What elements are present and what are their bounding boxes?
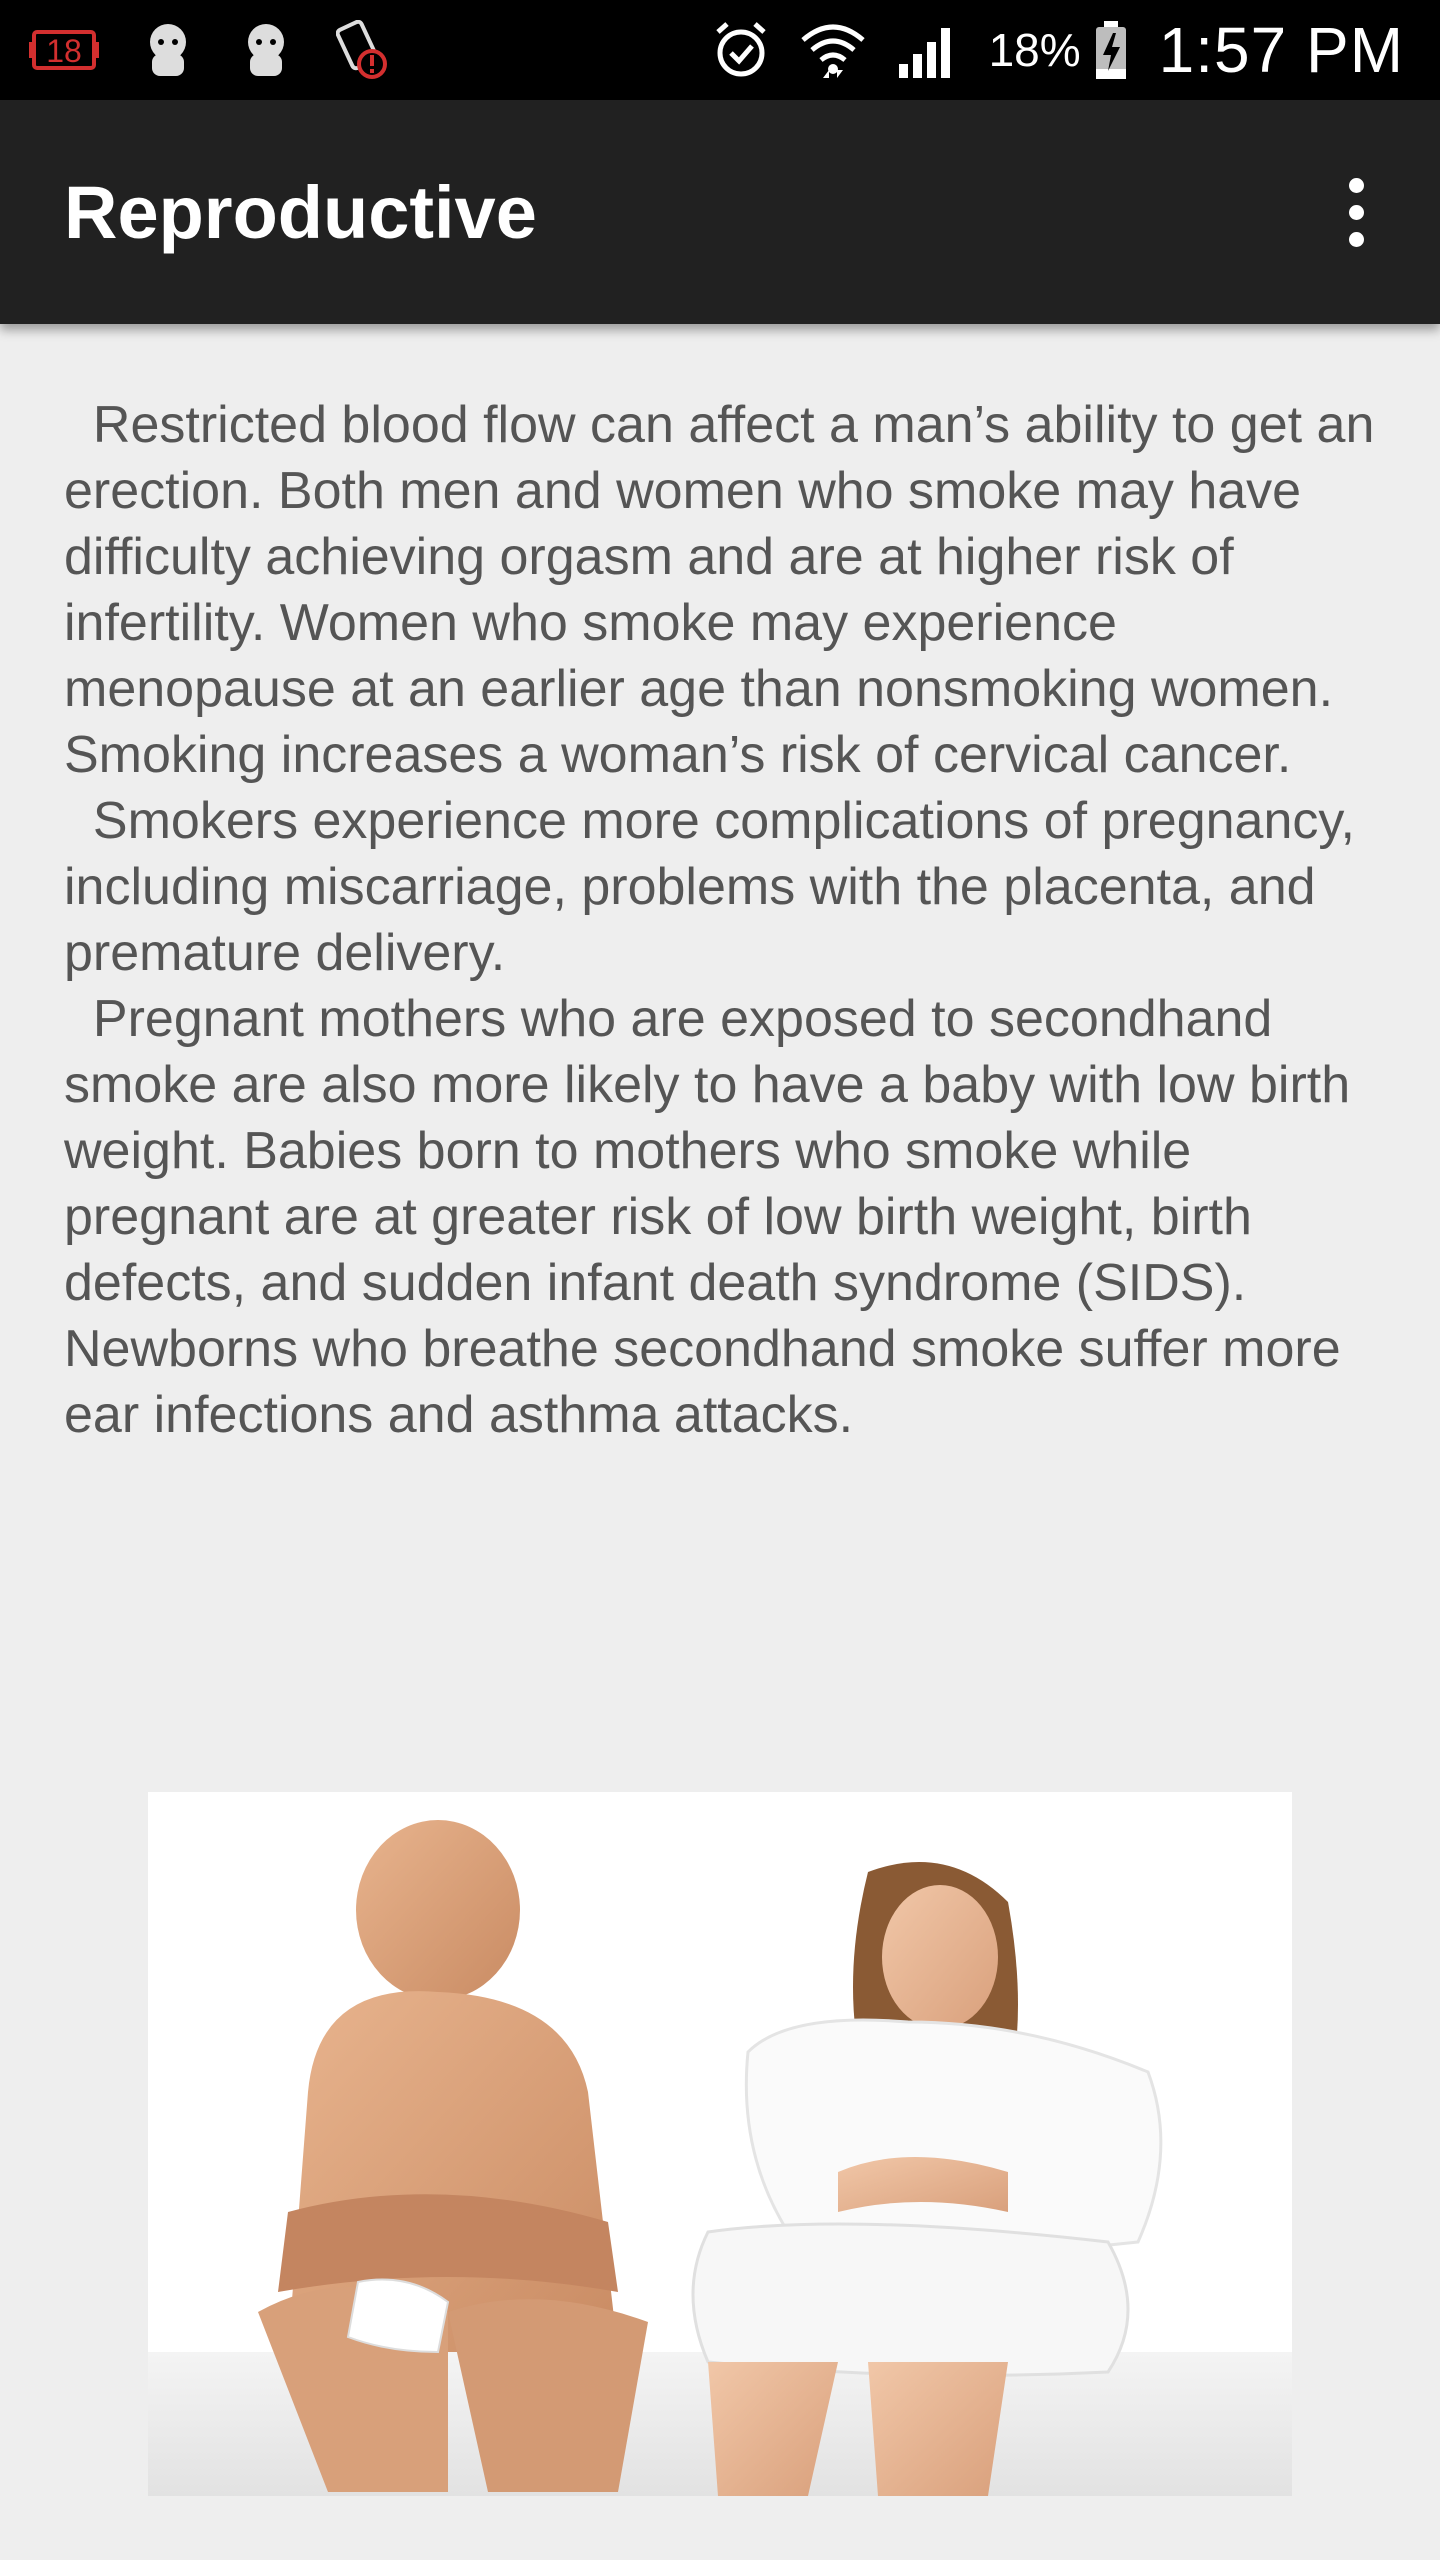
overflow-menu-button[interactable] — [1308, 160, 1404, 264]
more-vert-icon-dot — [1348, 231, 1364, 247]
paragraph: Smokers experience more complications of… — [64, 792, 1370, 982]
person-icon — [236, 18, 296, 82]
notification-badge-text: 18 — [46, 33, 82, 69]
article-body: Restricted blood flow can affect a man’s… — [64, 392, 1384, 1448]
status-notifications: 18 — [28, 18, 394, 82]
paragraph: Restricted blood flow can affect a man’s… — [64, 396, 1389, 784]
alarm-icon — [711, 18, 771, 82]
article-photo — [148, 1792, 1292, 2496]
more-vert-icon — [1348, 177, 1364, 193]
wifi-icon — [799, 18, 867, 82]
more-vert-icon-dot — [1348, 204, 1364, 220]
battery-alert-icon — [334, 18, 394, 82]
page-title: Reproductive — [64, 171, 537, 254]
battery-charging-icon — [1091, 18, 1131, 82]
person-icon — [138, 18, 198, 82]
battery-percent: 18% — [988, 24, 1081, 76]
signal-icon — [895, 18, 961, 82]
clock: 1:57 PM — [1158, 14, 1404, 86]
status-system: 18% 1:57 PM — [711, 14, 1404, 86]
app-bar: Reproductive — [0, 100, 1440, 324]
notification-18-icon: 18 — [28, 18, 100, 82]
status-bar: 18 18% 1:57 PM — [0, 0, 1440, 100]
paragraph: Pregnant mothers who are exposed to seco… — [64, 990, 1365, 1444]
